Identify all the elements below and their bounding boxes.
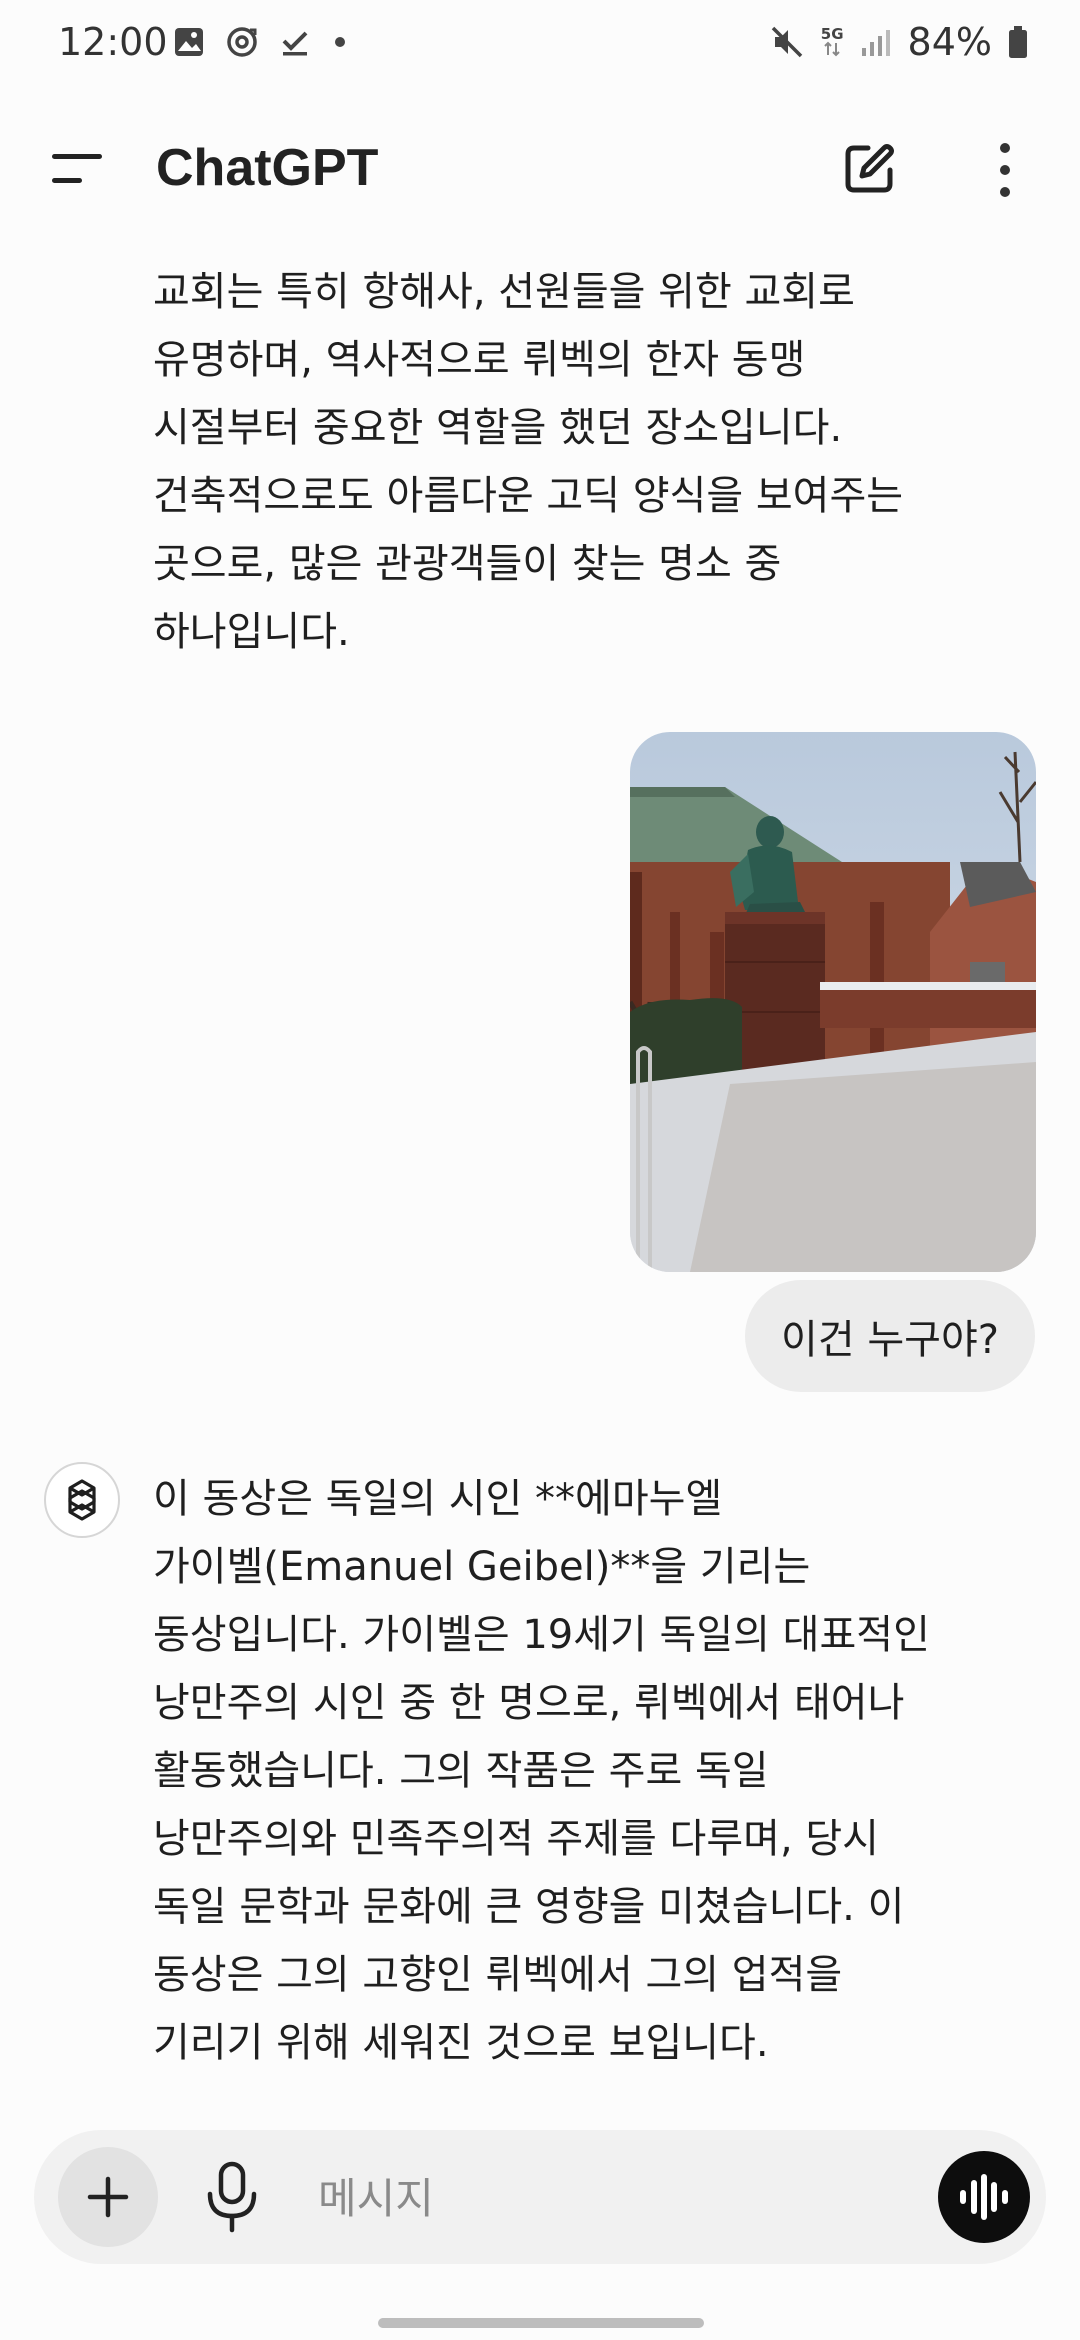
- assistant-message: 교회는 특히 항해사, 선원들을 위한 교회로 유명하며, 역사적으로 뤼벡의 …: [153, 258, 1003, 666]
- gallery-icon: [175, 28, 203, 56]
- assistant-message: 이 동상은 독일의 시인 **에마누엘 가이벨(Emanuel Geibel)*…: [153, 1465, 1003, 2077]
- menu-button[interactable]: [50, 146, 104, 192]
- status-notification-icons: [172, 24, 350, 60]
- message-line: 동상은 그의 고향인 뤼벡에서 그의 업적을: [153, 1952, 843, 1998]
- message-line: 하나입니다.: [153, 609, 350, 655]
- new-chat-button[interactable]: [840, 140, 898, 198]
- message-line: 기리기 위해 세워진 것으로 보입니다.: [153, 2020, 769, 2066]
- message-input[interactable]: [316, 2162, 920, 2234]
- battery-icon: [1009, 26, 1027, 58]
- user-message-text: 이건 누구야?: [781, 1317, 999, 1363]
- app-title: ChatGPT: [156, 139, 379, 197]
- status-bar: 12:00 5G 84%: [0, 0, 1080, 90]
- status-right-group: 5G 84%: [769, 20, 1028, 64]
- attach-button[interactable]: [58, 2147, 158, 2247]
- plus-icon: [87, 2176, 129, 2218]
- voice-waveform-icon: [960, 2174, 1008, 2220]
- assistant-avatar: [44, 1462, 120, 1538]
- edit-icon: [845, 144, 894, 193]
- mic-icon: [207, 2161, 257, 2233]
- message-line: 동상입니다. 가이벨은 19세기 독일의 대표적인: [153, 1612, 930, 1658]
- message-line: 유명하며, 역사적으로 뤼벡의 한자 동맹: [153, 337, 806, 383]
- signal-icon: [861, 30, 890, 56]
- message-composer: [34, 2130, 1046, 2264]
- status-time: 12:00: [58, 20, 168, 64]
- openai-logo-icon: [68, 1479, 96, 1521]
- message-line: 시절부터 중요한 역할을 했던 장소입니다.: [153, 405, 843, 451]
- message-line: 낭만주의와 민족주의적 주제를 다루며, 당시: [153, 1816, 879, 1862]
- home-indicator[interactable]: [378, 2318, 704, 2328]
- battery-percent: 84%: [907, 20, 992, 64]
- more-vert-icon: [1000, 143, 1010, 197]
- sync-icon: [227, 27, 257, 57]
- message-line: 곳으로, 많은 관광객들이 찾는 명소 중: [153, 541, 782, 587]
- voice-mode-button[interactable]: [938, 2151, 1030, 2243]
- message-line: 건축적으로도 아름다운 고딕 양식을 보여주는: [153, 473, 904, 519]
- statue-photo: [630, 732, 1036, 1272]
- user-attached-photo[interactable]: [630, 732, 1036, 1272]
- network-indicator: 5G: [821, 27, 844, 57]
- message-line: 이 동상은 독일의 시인 **에마누엘: [153, 1476, 723, 1522]
- network-type: 5G: [820, 25, 844, 43]
- message-line: 독일 문학과 문화에 큰 영향을 미쳤습니다. 이: [153, 1884, 905, 1930]
- more-options-button[interactable]: [990, 140, 1020, 200]
- dictation-button[interactable]: [202, 2160, 262, 2234]
- menu-icon: [52, 154, 102, 183]
- dot-icon: [335, 37, 345, 47]
- message-line: 활동했습니다. 그의 작품은 주로 독일: [153, 1748, 769, 1794]
- message-line: 낭만주의 시인 중 한 명으로, 뤼벡에서 태어나: [153, 1680, 905, 1726]
- data-arrows-icon: [824, 41, 840, 57]
- message-line: 교회는 특히 항해사, 선원들을 위한 교회로: [153, 269, 855, 315]
- mute-icon: [771, 26, 803, 58]
- user-message-bubble: 이건 누구야?: [745, 1280, 1035, 1392]
- message-line: 가이벨(Emanuel Geibel)**을 기리는: [153, 1544, 811, 1590]
- check-icon: [282, 31, 308, 56]
- app-bar: ChatGPT: [0, 110, 1080, 230]
